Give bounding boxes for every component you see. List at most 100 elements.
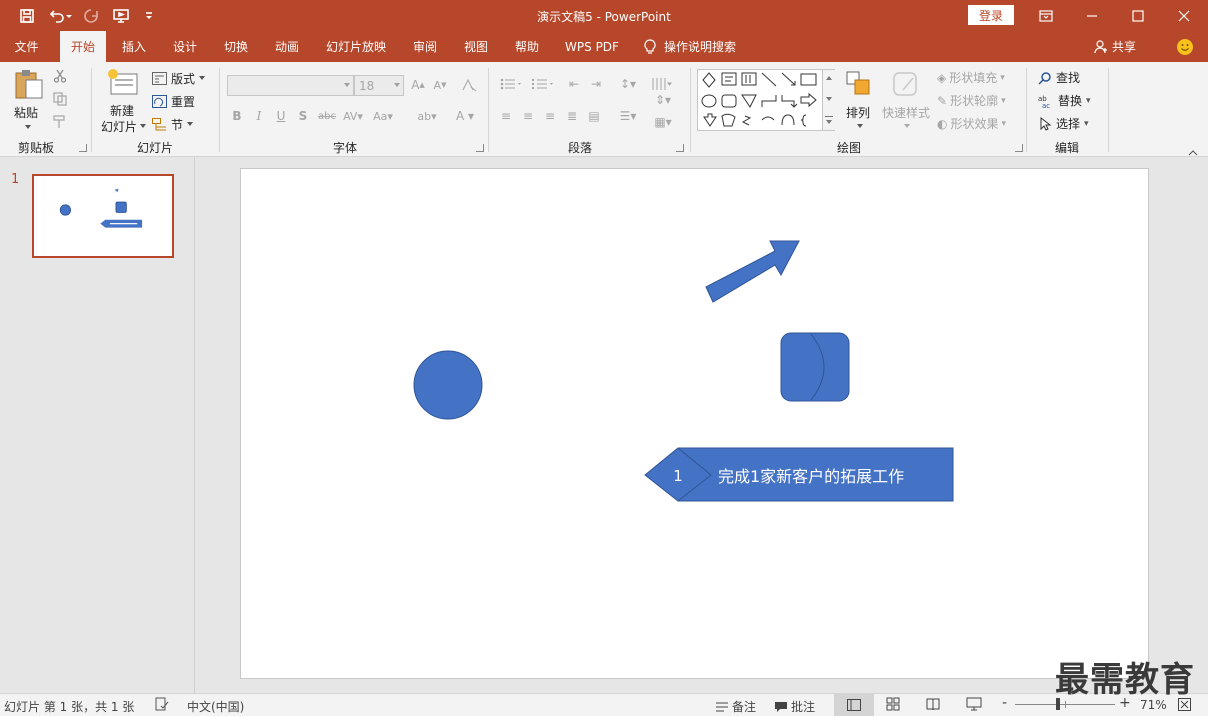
layout-button[interactable]: 版式 <box>152 69 206 87</box>
clipboard-launcher-icon[interactable] <box>79 144 87 152</box>
close-icon[interactable] <box>1161 0 1207 31</box>
replace-dropdown-icon[interactable]: ▾ <box>1086 96 1091 106</box>
quick-styles-dropdown-icon[interactable] <box>904 124 910 128</box>
login-button[interactable]: 登录 <box>968 5 1014 25</box>
tab-review[interactable]: 审阅 <box>403 31 447 62</box>
section-button[interactable]: 节 <box>152 115 194 133</box>
paragraph-launcher-icon[interactable] <box>676 144 684 152</box>
distributed-icon[interactable]: ▤ <box>586 108 602 124</box>
tell-me-search[interactable]: 操作说明搜索 <box>664 31 754 62</box>
shape-effects-button[interactable]: ◐ 形状效果 ▾ <box>937 115 1006 132</box>
change-case-icon[interactable]: Aa▾ <box>371 108 395 124</box>
paste-dropdown-icon[interactable] <box>25 125 31 129</box>
circle-shape[interactable] <box>413 350 483 420</box>
new-slide-dropdown-icon[interactable] <box>140 124 146 128</box>
normal-view-button[interactable] <box>834 694 874 716</box>
tab-slide-show[interactable]: 幻灯片放映 <box>316 31 396 62</box>
reset-button[interactable]: 重置 <box>152 92 195 110</box>
slide-thumbnail[interactable] <box>32 174 174 258</box>
collapse-ribbon-icon[interactable] <box>1188 146 1198 156</box>
minimize-icon[interactable] <box>1069 0 1115 31</box>
tab-view[interactable]: 视图 <box>454 31 498 62</box>
tab-animations[interactable]: 动画 <box>265 31 309 62</box>
arrow-shape[interactable] <box>705 240 800 303</box>
start-from-beginning-icon[interactable] <box>110 5 132 27</box>
maximize-icon[interactable] <box>1115 0 1161 31</box>
copy-icon[interactable] <box>52 91 68 107</box>
tab-help[interactable]: 帮助 <box>505 31 549 62</box>
tab-wps-pdf[interactable]: WPS PDF <box>556 31 628 62</box>
rounded-square-shape[interactable] <box>780 332 850 402</box>
bullets-icon[interactable] <box>498 76 526 92</box>
justify-icon[interactable]: ≣ <box>564 108 580 124</box>
paste-button[interactable]: 粘贴 <box>8 68 48 132</box>
increase-indent-icon[interactable]: ⇥ <box>588 76 604 92</box>
align-right-icon[interactable]: ≡ <box>542 108 558 124</box>
zoom-out-button[interactable]: - <box>1002 695 1007 711</box>
find-button[interactable]: 查找 <box>1038 69 1080 86</box>
slide-show-view-icon[interactable] <box>966 697 982 714</box>
slide-canvas[interactable]: 1 完成1家新客户的拓展工作 <box>240 168 1149 679</box>
decrease-indent-icon[interactable]: ⇤ <box>566 76 582 92</box>
font-launcher-icon[interactable] <box>476 144 484 152</box>
reading-view-icon[interactable] <box>926 697 940 714</box>
zoom-slider[interactable] <box>1015 698 1115 710</box>
strikethrough-icon[interactable]: abc <box>317 108 337 124</box>
ribbon-display-options-icon[interactable] <box>1023 0 1069 31</box>
undo-dropdown-icon[interactable] <box>64 5 74 27</box>
shape-outline-button[interactable]: ✎ 形状轮廓 ▾ <box>937 92 1006 109</box>
font-color-icon[interactable]: A ▾ <box>450 108 480 124</box>
save-icon[interactable] <box>16 5 38 27</box>
slide-sorter-view-icon[interactable] <box>886 697 900 714</box>
shape-fill-button[interactable]: ◈ 形状填充 ▾ <box>937 69 1005 86</box>
smile-feedback-icon[interactable] <box>1177 39 1193 55</box>
lightbulb-icon[interactable] <box>640 31 660 62</box>
smartart-icon[interactable]: ▦▾ <box>650 114 676 130</box>
highlight-color-icon[interactable]: ab▾ <box>412 108 442 124</box>
layout-dropdown-icon[interactable] <box>199 76 206 80</box>
tab-file[interactable]: 文件 <box>0 31 53 62</box>
tab-insert[interactable]: 插入 <box>112 31 156 62</box>
shapes-gallery-scrollbar[interactable] <box>822 70 835 130</box>
quick-styles-button[interactable]: 快速样式 <box>880 70 932 134</box>
replace-button[interactable]: ab ac 替换 ▾ <box>1038 92 1091 109</box>
select-dropdown-icon[interactable]: ▾ <box>1084 119 1089 129</box>
decrease-font-size-icon[interactable]: A ▼ <box>432 77 448 93</box>
format-painter-icon[interactable] <box>52 114 68 130</box>
select-button[interactable]: 选择 ▾ <box>1038 115 1089 132</box>
columns-icon[interactable] <box>650 76 676 92</box>
tab-design[interactable]: 设计 <box>163 31 207 62</box>
cut-icon[interactable] <box>52 68 68 84</box>
line-spacing-icon[interactable]: ↕▾ <box>616 76 640 92</box>
character-spacing-icon[interactable]: AV▾ <box>341 108 365 124</box>
align-text-icon[interactable]: ⇕▾ <box>650 92 676 108</box>
arrange-dropdown-icon[interactable] <box>857 124 863 128</box>
clear-formatting-icon[interactable] <box>461 77 477 93</box>
new-slide-button[interactable]: 新建 幻灯片 <box>100 68 148 134</box>
thumbnail-number: 1 <box>11 172 20 187</box>
increase-font-size-icon[interactable]: A ▲ <box>410 77 426 93</box>
align-left-icon[interactable]: ≡ <box>498 108 514 124</box>
text-shadow-icon[interactable]: S <box>295 108 311 124</box>
italic-icon[interactable]: I <box>251 108 267 124</box>
tab-home[interactable]: 开始 <box>60 31 106 62</box>
section-dropdown-icon[interactable] <box>187 122 194 126</box>
shapes-gallery[interactable] <box>697 69 835 131</box>
redo-icon[interactable] <box>80 5 102 27</box>
notes-button[interactable]: 备注 <box>715 698 756 715</box>
share-button[interactable]: 共享 <box>1094 31 1136 62</box>
tab-transitions[interactable]: 切换 <box>214 31 258 62</box>
arrange-button[interactable]: 排列 <box>842 70 876 134</box>
drawing-launcher-icon[interactable] <box>1015 144 1023 152</box>
text-direction-icon[interactable]: ☰▾ <box>616 108 640 124</box>
underline-icon[interactable]: U <box>273 108 289 124</box>
font-name-dropdown[interactable] <box>227 75 354 96</box>
language-indicator[interactable]: 中文(中国) <box>187 698 244 715</box>
numbering-icon[interactable] <box>530 76 558 92</box>
spell-check-icon[interactable] <box>155 697 169 714</box>
comments-button[interactable]: 批注 <box>774 698 815 715</box>
align-center-icon[interactable]: ≡ <box>520 108 536 124</box>
customize-toolbar-icon[interactable] <box>138 5 160 27</box>
bold-icon[interactable]: B <box>229 108 245 124</box>
font-size-dropdown[interactable]: 18 <box>354 75 404 96</box>
